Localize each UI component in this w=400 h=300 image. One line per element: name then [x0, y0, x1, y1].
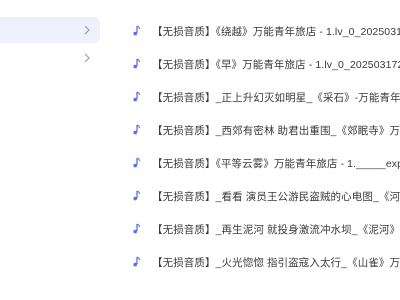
file-name: 【无损音质】_看看 演员王公游民盗贼的心电图_《河北墨	[152, 191, 400, 203]
file-name: 【无损音质】_正上升幻灭如明星_《采石》-万能青年旅店	[152, 92, 400, 104]
file-row[interactable]: 【无损音质】_西郊有密林 助君出重围_《郊眠寺》万能青	[118, 117, 400, 143]
file-list: 【无损音质】《绕越》万能青年旅店 - 1.lv_0_20250310 【无损音质…	[118, 18, 400, 282]
file-name: 【无损音质】_西郊有密林 助君出重围_《郊眠寺》万能青	[152, 125, 400, 137]
music-file-icon	[133, 223, 141, 234]
music-file-icon	[133, 190, 141, 201]
music-file-icon	[133, 124, 141, 135]
file-row[interactable]: 【无损音质】《平等云雾》万能青年旅店 - 1._____export	[118, 150, 400, 176]
music-file-icon	[133, 25, 141, 36]
file-row[interactable]: 【无损音质】_火光惚惚 指引盗寇入太行_《山雀》万能青	[118, 249, 400, 275]
file-row[interactable]: 【无损音质】《绕越》万能青年旅店 - 1.lv_0_20250310	[118, 18, 400, 44]
sidebar-item-1[interactable]	[0, 17, 100, 43]
music-file-icon	[133, 91, 141, 102]
file-row[interactable]: 【无损音质】_看看 演员王公游民盗贼的心电图_《河北墨	[118, 183, 400, 209]
chevron-right-icon	[84, 53, 90, 63]
file-name: 【无损音质】《平等云雾》万能青年旅店 - 1._____export	[152, 158, 400, 170]
file-name: 【无损音质】《早》万能青年旅店 - 1.lv_0_202503172	[152, 59, 400, 71]
music-file-icon	[133, 256, 141, 267]
file-row[interactable]: 【无损音质】《早》万能青年旅店 - 1.lv_0_202503172	[118, 51, 400, 77]
sidebar-item-2[interactable]	[0, 45, 100, 71]
sidebar	[0, 0, 110, 300]
file-row[interactable]: 【无损音质】_再生泥河 就投身激流冲水坝_《泥河》-万	[118, 216, 400, 242]
chevron-right-icon	[84, 25, 90, 35]
file-name: 【无损音质】_火光惚惚 指引盗寇入太行_《山雀》万能青	[152, 257, 400, 269]
music-file-icon	[133, 58, 141, 69]
music-file-icon	[133, 157, 141, 168]
file-row[interactable]: 【无损音质】_正上升幻灭如明星_《采石》-万能青年旅店	[118, 84, 400, 110]
file-name: 【无损音质】_再生泥河 就投身激流冲水坝_《泥河》-万	[152, 224, 400, 236]
file-name: 【无损音质】《绕越》万能青年旅店 - 1.lv_0_20250310	[152, 26, 400, 38]
